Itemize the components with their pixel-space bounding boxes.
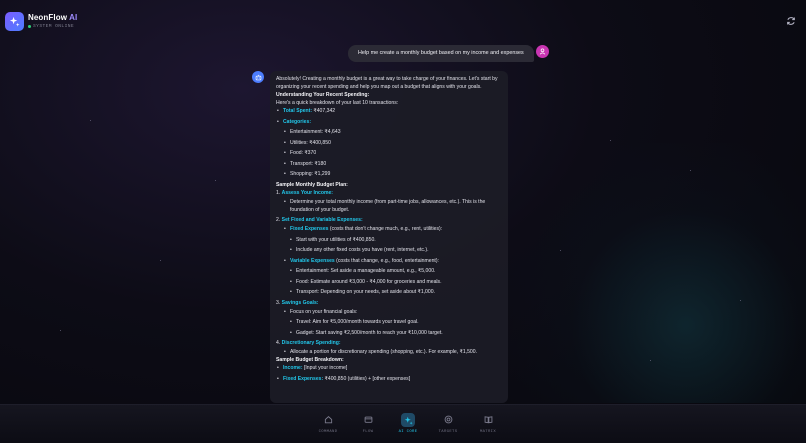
star bbox=[560, 250, 561, 251]
ai-intro: Absolutely! Creating a monthly budget is… bbox=[276, 76, 498, 90]
user-message-bubble: Help me create a monthly budget based on… bbox=[348, 45, 534, 62]
variable-subitem: Food: Estimate around ₹3,000 - ₹4,000 fo… bbox=[276, 278, 502, 286]
system-status: SYSTEM ONLINE bbox=[28, 24, 74, 29]
user-message: Help me create a monthly budget based on… bbox=[348, 45, 534, 62]
step-3-item: Focus on your financial goals: bbox=[276, 308, 502, 316]
nav-item-ai-core[interactable]: AI CORE bbox=[388, 413, 428, 434]
step-4: 4. Discretionary Spending: bbox=[276, 339, 502, 347]
step-title: Assess Your Income: bbox=[281, 189, 334, 196]
star bbox=[215, 180, 216, 181]
background-glow bbox=[506, 143, 806, 403]
category-item: Transport: ₹180 bbox=[276, 160, 502, 168]
nav-label: AI CORE bbox=[398, 430, 418, 434]
step-title: Set Fixed and Variable Expenses: bbox=[281, 217, 363, 223]
total-spent-label: Total Spent: bbox=[283, 108, 313, 114]
list-item-total-spent: Total Spent: ₹407,342 bbox=[276, 107, 502, 115]
total-spent-value: ₹407,342 bbox=[312, 108, 336, 114]
breakdown-intro: Here's a quick breakdown of your last 10… bbox=[276, 100, 399, 106]
user-avatar bbox=[536, 45, 549, 58]
income-label: Income: bbox=[283, 365, 303, 371]
heading-budget-breakdown: Sample Budget Breakdown: bbox=[276, 357, 344, 363]
star bbox=[650, 360, 651, 361]
brand-name: NeonFlow bbox=[28, 13, 68, 22]
categories-label: Categories: bbox=[283, 118, 312, 125]
app-header: NeonFlow AI SYSTEM ONLINE bbox=[0, 0, 806, 42]
nav-label: COMMAND bbox=[318, 430, 338, 434]
nav-label: FLOW bbox=[362, 430, 374, 434]
variable-subitem: Transport: Depending on your needs, set … bbox=[276, 288, 502, 296]
list-item-categories: Categories: bbox=[276, 118, 502, 126]
star bbox=[90, 120, 91, 121]
category-item: Utilities: ₹400,850 bbox=[276, 139, 502, 147]
nav-label: MATRIX bbox=[479, 430, 497, 434]
star bbox=[740, 300, 741, 301]
breakdown-income: Income: [Input your income] bbox=[276, 364, 502, 372]
fixed-value: ₹400,850 (utilities) + [other expenses] bbox=[323, 375, 411, 382]
variable-expenses-item: Variable Expenses (costs that change, e.… bbox=[276, 257, 502, 265]
fixed-subitem: Start with your utilities of ₹400,850. bbox=[276, 236, 502, 244]
summary-list: Total Spent: ₹407,342 Categories: Entert… bbox=[276, 107, 502, 178]
bottom-navigation: COMMAND FLOW AI CORE TARGETS MATRIX bbox=[0, 404, 806, 443]
brand-suffix: AI bbox=[69, 13, 78, 22]
step-3: 3. Savings Goals: bbox=[276, 299, 502, 307]
category-item: Entertainment: ₹4,643 bbox=[276, 128, 502, 136]
nav-items: COMMAND FLOW AI CORE TARGETS MATRIX bbox=[308, 413, 508, 434]
book-icon bbox=[484, 415, 492, 423]
target-icon bbox=[444, 415, 452, 423]
user-icon bbox=[539, 48, 546, 55]
fixed-expenses-label: Fixed Expenses bbox=[290, 226, 329, 232]
fixed-subitem: Include any other fixed costs you have (… bbox=[276, 246, 502, 254]
fixed-expenses-item: Fixed Expenses (costs that don't change … bbox=[276, 225, 502, 233]
sparkle-icon bbox=[9, 16, 20, 27]
sparkle-icon bbox=[404, 416, 413, 425]
step-4-item: Allocate a portion for discretionary spe… bbox=[276, 348, 502, 356]
heading-understanding: Understanding Your Recent Spending: bbox=[276, 92, 370, 98]
bot-icon bbox=[255, 74, 261, 80]
wallet-icon bbox=[364, 416, 372, 423]
nav-item-flow[interactable]: FLOW bbox=[348, 413, 388, 434]
heading-sample-plan: Sample Monthly Budget Plan: bbox=[276, 181, 348, 188]
step-1-item: Determine your total monthly income (fro… bbox=[276, 198, 502, 214]
refresh-icon[interactable] bbox=[786, 16, 796, 26]
category-item: Shopping: ₹1,299 bbox=[276, 170, 502, 178]
step-title: Savings Goals: bbox=[281, 299, 319, 306]
star bbox=[60, 330, 61, 331]
fixed-label: Fixed Expenses: bbox=[283, 375, 324, 382]
nav-item-command[interactable]: COMMAND bbox=[308, 413, 348, 434]
fixed-expenses-desc: (costs that don't change much, e.g., ren… bbox=[328, 226, 443, 232]
savings-subitem: Travel: Aim for ₹5,000/month towards you… bbox=[276, 318, 502, 326]
status-text: SYSTEM ONLINE bbox=[33, 24, 75, 29]
variable-subitem: Entertainment: Set aside a manageable am… bbox=[276, 267, 502, 275]
variable-expenses-label: Variable Expenses bbox=[290, 257, 335, 264]
status-dot bbox=[28, 25, 31, 28]
nav-item-matrix[interactable]: MATRIX bbox=[468, 413, 508, 434]
star bbox=[160, 260, 161, 261]
savings-subitem: Gadget: Start saving ₹2,500/month to rea… bbox=[276, 329, 502, 337]
variable-expenses-desc: (costs that change, e.g., food, entertai… bbox=[334, 257, 439, 264]
ai-avatar bbox=[252, 71, 264, 83]
breakdown-fixed: Fixed Expenses: ₹400,850 (utilities) + [… bbox=[276, 375, 502, 383]
star bbox=[610, 140, 611, 141]
app-logo[interactable] bbox=[5, 12, 24, 31]
home-icon bbox=[324, 415, 332, 423]
income-value: [Input your income] bbox=[302, 365, 348, 371]
star bbox=[690, 170, 691, 171]
step-2: 2. Set Fixed and Variable Expenses: bbox=[276, 216, 502, 224]
app-title: NeonFlow AI bbox=[28, 13, 77, 22]
step-1: 1. Assess Your Income: bbox=[276, 189, 502, 197]
ai-message-bubble: Absolutely! Creating a monthly budget is… bbox=[270, 71, 508, 403]
category-item: Food: ₹370 bbox=[276, 149, 502, 157]
nav-item-targets[interactable]: TARGETS bbox=[428, 413, 468, 434]
nav-label: TARGETS bbox=[438, 430, 458, 434]
step-title: Discretionary Spending: bbox=[281, 340, 341, 346]
